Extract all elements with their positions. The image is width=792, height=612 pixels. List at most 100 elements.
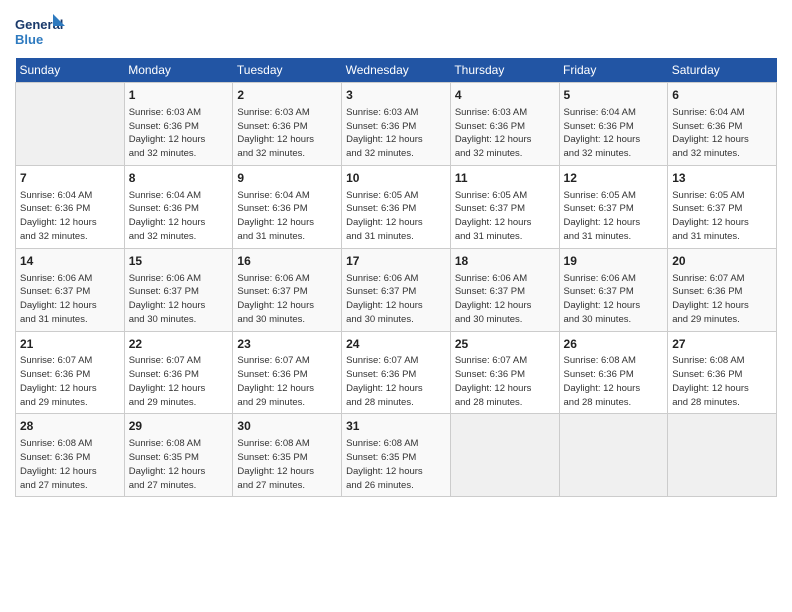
day-header-wednesday: Wednesday xyxy=(342,58,451,83)
day-info: Sunrise: 6:04 AM Sunset: 6:36 PM Dayligh… xyxy=(564,106,664,161)
day-info: Sunrise: 6:03 AM Sunset: 6:36 PM Dayligh… xyxy=(346,106,446,161)
day-info: Sunrise: 6:08 AM Sunset: 6:35 PM Dayligh… xyxy=(129,437,229,492)
calendar-header-row: SundayMondayTuesdayWednesdayThursdayFrid… xyxy=(16,58,777,83)
day-number: 9 xyxy=(237,170,337,187)
calendar-cell: 13Sunrise: 6:05 AM Sunset: 6:37 PM Dayli… xyxy=(668,165,777,248)
calendar-week-1: 1 Sunrise: 6:03 AM Sunset: 6:36 PM Daylig… xyxy=(16,83,777,166)
calendar-cell: 18Sunrise: 6:06 AM Sunset: 6:37 PM Dayli… xyxy=(450,248,559,331)
calendar-cell: 16Sunrise: 6:06 AM Sunset: 6:37 PM Dayli… xyxy=(233,248,342,331)
day-info: Sunrise: 6:07 AM Sunset: 6:36 PM Dayligh… xyxy=(20,354,120,409)
day-number: 10 xyxy=(346,170,446,187)
calendar-cell: 20Sunrise: 6:07 AM Sunset: 6:36 PM Dayli… xyxy=(668,248,777,331)
calendar-cell: 17 Sunrise: 6:06 AM Sunset: 6:37 PM Dayli… xyxy=(342,248,451,331)
day-number: 3 xyxy=(346,87,446,104)
calendar-cell: 14 Sunrise: 6:06 AM Sunset: 6:37 PM Dayli… xyxy=(16,248,125,331)
day-info: Sunrise: 6:03 AM Sunset: 6:36 PM Dayligh… xyxy=(455,106,555,161)
day-number: 22 xyxy=(129,336,229,353)
calendar-cell: 1 Sunrise: 6:03 AM Sunset: 6:36 PM Daylig… xyxy=(124,83,233,166)
day-info: Sunrise: 6:07 AM Sunset: 6:36 PM Dayligh… xyxy=(455,354,555,409)
day-number: 12 xyxy=(564,170,664,187)
calendar-cell: 28 Sunrise: 6:08 AM Sunset: 6:36 PM Dayli… xyxy=(16,414,125,497)
day-header-monday: Monday xyxy=(124,58,233,83)
day-number: 4 xyxy=(455,87,555,104)
day-info: Sunrise: 6:07 AM Sunset: 6:36 PM Dayligh… xyxy=(129,354,229,409)
calendar-cell: 7Sunrise: 6:04 AM Sunset: 6:36 PM Daylig… xyxy=(16,165,125,248)
day-number: 25 xyxy=(455,336,555,353)
day-info: Sunrise: 6:08 AM Sunset: 6:35 PM Dayligh… xyxy=(237,437,337,492)
day-number: 11 xyxy=(455,170,555,187)
day-info: Sunrise: 6:07 AM Sunset: 6:36 PM Dayligh… xyxy=(237,354,337,409)
day-info: Sunrise: 6:06 AM Sunset: 6:37 PM Dayligh… xyxy=(237,272,337,327)
calendar-week-4: 21Sunrise: 6:07 AM Sunset: 6:36 PM Dayli… xyxy=(16,331,777,414)
calendar-cell xyxy=(16,83,125,166)
day-info: Sunrise: 6:06 AM Sunset: 6:37 PM Dayligh… xyxy=(346,272,446,327)
day-header-friday: Friday xyxy=(559,58,668,83)
day-info: Sunrise: 6:08 AM Sunset: 6:36 PM Dayligh… xyxy=(672,354,772,409)
day-info: Sunrise: 6:06 AM Sunset: 6:37 PM Dayligh… xyxy=(564,272,664,327)
calendar-cell: 29 Sunrise: 6:08 AM Sunset: 6:35 PM Dayli… xyxy=(124,414,233,497)
day-number: 2 xyxy=(237,87,337,104)
svg-text:Blue: Blue xyxy=(15,32,43,47)
day-header-sunday: Sunday xyxy=(16,58,125,83)
day-number: 19 xyxy=(564,253,664,270)
calendar-cell: 23Sunrise: 6:07 AM Sunset: 6:36 PM Dayli… xyxy=(233,331,342,414)
day-number: 29 xyxy=(129,418,229,435)
calendar-cell: 10Sunrise: 6:05 AM Sunset: 6:36 PM Dayli… xyxy=(342,165,451,248)
day-header-thursday: Thursday xyxy=(450,58,559,83)
day-number: 24 xyxy=(346,336,446,353)
day-number: 13 xyxy=(672,170,772,187)
calendar-cell: 26Sunrise: 6:08 AM Sunset: 6:36 PM Dayli… xyxy=(559,331,668,414)
day-number: 27 xyxy=(672,336,772,353)
calendar-cell: 21Sunrise: 6:07 AM Sunset: 6:36 PM Dayli… xyxy=(16,331,125,414)
calendar-cell xyxy=(668,414,777,497)
day-number: 30 xyxy=(237,418,337,435)
calendar-cell: 27Sunrise: 6:08 AM Sunset: 6:36 PM Dayli… xyxy=(668,331,777,414)
day-number: 17 xyxy=(346,253,446,270)
calendar-cell: 11Sunrise: 6:05 AM Sunset: 6:37 PM Dayli… xyxy=(450,165,559,248)
day-info: Sunrise: 6:06 AM Sunset: 6:37 PM Dayligh… xyxy=(455,272,555,327)
day-info: Sunrise: 6:06 AM Sunset: 6:37 PM Dayligh… xyxy=(20,272,120,327)
day-number: 15 xyxy=(129,253,229,270)
day-info: Sunrise: 6:07 AM Sunset: 6:36 PM Dayligh… xyxy=(346,354,446,409)
day-number: 23 xyxy=(237,336,337,353)
calendar-cell: 3 Sunrise: 6:03 AM Sunset: 6:36 PM Daylig… xyxy=(342,83,451,166)
calendar-week-5: 28 Sunrise: 6:08 AM Sunset: 6:36 PM Dayli… xyxy=(16,414,777,497)
calendar-cell: 30 Sunrise: 6:08 AM Sunset: 6:35 PM Dayli… xyxy=(233,414,342,497)
day-info: Sunrise: 6:06 AM Sunset: 6:37 PM Dayligh… xyxy=(129,272,229,327)
day-info: Sunrise: 6:08 AM Sunset: 6:36 PM Dayligh… xyxy=(564,354,664,409)
day-number: 28 xyxy=(20,418,120,435)
day-header-saturday: Saturday xyxy=(668,58,777,83)
calendar-cell: 19 Sunrise: 6:06 AM Sunset: 6:37 PM Dayli… xyxy=(559,248,668,331)
day-info: Sunrise: 6:03 AM Sunset: 6:36 PM Dayligh… xyxy=(237,106,337,161)
day-info: Sunrise: 6:04 AM Sunset: 6:36 PM Dayligh… xyxy=(672,106,772,161)
logo-svg: General Blue xyxy=(15,14,65,50)
day-info: Sunrise: 6:08 AM Sunset: 6:35 PM Dayligh… xyxy=(346,437,446,492)
day-info: Sunrise: 6:05 AM Sunset: 6:37 PM Dayligh… xyxy=(564,189,664,244)
calendar-cell: 25Sunrise: 6:07 AM Sunset: 6:36 PM Dayli… xyxy=(450,331,559,414)
calendar-week-2: 7 Sunrise: 6:04 AM Sunset: 6:36 PM Daylig… xyxy=(16,165,777,248)
calendar-cell: 6 Sunrise: 6:04 AM Sunset: 6:36 PM Daylig… xyxy=(668,83,777,166)
day-header-tuesday: Tuesday xyxy=(233,58,342,83)
day-number: 1 xyxy=(129,87,229,104)
day-number: 8 xyxy=(129,170,229,187)
calendar-cell: 4 Sunrise: 6:03 AM Sunset: 6:36 PM Daylig… xyxy=(450,83,559,166)
calendar-cell: 2 Sunrise: 6:03 AM Sunset: 6:36 PM Daylig… xyxy=(233,83,342,166)
calendar-cell: 22Sunrise: 6:07 AM Sunset: 6:36 PM Dayli… xyxy=(124,331,233,414)
day-number: 5 xyxy=(564,87,664,104)
calendar-cell: 9 Sunrise: 6:04 AM Sunset: 6:36 PM Daylig… xyxy=(233,165,342,248)
day-info: Sunrise: 6:03 AM Sunset: 6:36 PM Dayligh… xyxy=(129,106,229,161)
day-number: 7 xyxy=(20,170,120,187)
day-number: 6 xyxy=(672,87,772,104)
calendar-cell: 12 Sunrise: 6:05 AM Sunset: 6:37 PM Dayli… xyxy=(559,165,668,248)
calendar-cell xyxy=(559,414,668,497)
calendar-cell xyxy=(450,414,559,497)
day-info: Sunrise: 6:04 AM Sunset: 6:36 PM Dayligh… xyxy=(237,189,337,244)
day-number: 31 xyxy=(346,418,446,435)
header: General Blue xyxy=(15,10,777,50)
day-info: Sunrise: 6:08 AM Sunset: 6:36 PM Dayligh… xyxy=(20,437,120,492)
day-number: 14 xyxy=(20,253,120,270)
calendar-week-3: 14 Sunrise: 6:06 AM Sunset: 6:37 PM Dayli… xyxy=(16,248,777,331)
calendar-cell: 8 Sunrise: 6:04 AM Sunset: 6:36 PM Daylig… xyxy=(124,165,233,248)
main-container: General Blue SundayMondayTuesdayWednesda… xyxy=(0,0,792,507)
day-info: Sunrise: 6:04 AM Sunset: 6:36 PM Dayligh… xyxy=(129,189,229,244)
